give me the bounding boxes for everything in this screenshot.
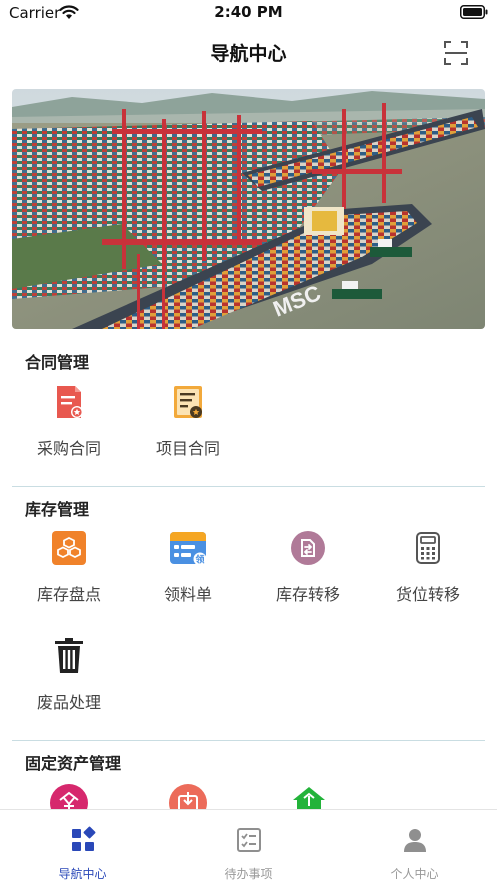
navigation-bar: 导航中心 xyxy=(0,26,497,78)
status-bar: Carrier 2:40 PM xyxy=(0,0,497,26)
banner-image[interactable]: MSC xyxy=(12,89,485,329)
asset-yen-icon[interactable] xyxy=(50,784,88,809)
requisition-icon: 领 xyxy=(170,532,207,566)
divider xyxy=(12,740,485,741)
tile-label: 库存盘点 xyxy=(36,585,101,604)
tab-bar: 导航中心 待办事项 个人中心 xyxy=(0,809,497,883)
asset-tiles-row xyxy=(0,778,497,809)
tile-label: 货位转移 xyxy=(395,585,460,604)
section-title-fixed-assets: 固定资产管理 xyxy=(25,754,122,773)
checklist-icon xyxy=(237,828,261,852)
tab-navigation-center[interactable]: 导航中心 xyxy=(0,810,165,883)
location-transfer-icon xyxy=(416,532,440,564)
tile-project-contract[interactable]: 项目合同 xyxy=(128,383,248,473)
tab-label: 待办事项 xyxy=(224,867,273,881)
tab-label: 个人中心 xyxy=(390,867,439,881)
project-contract-icon xyxy=(174,386,202,418)
tile-purchase-contract[interactable]: 采购合同 xyxy=(9,383,129,473)
status-time: 2:40 PM xyxy=(214,3,283,21)
tab-personal-center[interactable]: 个人中心 xyxy=(332,810,497,883)
tab-label: 导航中心 xyxy=(58,867,107,881)
svg-text:领: 领 xyxy=(195,553,204,565)
tile-waste-disposal[interactable]: 废品处理 xyxy=(9,637,129,727)
page-title: 导航中心 xyxy=(210,43,287,65)
grid-icon xyxy=(72,826,96,851)
tile-label: 废品处理 xyxy=(36,693,101,712)
inventory-check-icon xyxy=(52,531,86,565)
divider xyxy=(12,486,485,487)
section-title-contract: 合同管理 xyxy=(25,353,90,372)
asset-inbox-icon[interactable] xyxy=(169,784,207,809)
tile-requisition[interactable]: 领 领料单 xyxy=(128,529,248,619)
tile-inventory-transfer[interactable]: 库存转移 xyxy=(248,529,368,619)
tab-todo[interactable]: 待办事项 xyxy=(166,810,331,883)
person-icon xyxy=(404,829,426,852)
tile-label: 领料单 xyxy=(163,585,212,604)
battery-icon xyxy=(460,5,488,19)
section-title-inventory: 库存管理 xyxy=(25,500,90,519)
scan-icon[interactable] xyxy=(442,39,470,67)
trash-icon xyxy=(55,638,83,673)
tile-location-transfer[interactable]: 货位转移 xyxy=(368,529,488,619)
tile-label: 库存转移 xyxy=(275,585,340,604)
tile-label: 项目合同 xyxy=(155,439,220,458)
purchase-contract-icon xyxy=(57,386,83,418)
tile-label: 采购合同 xyxy=(36,439,101,458)
inventory-transfer-icon xyxy=(291,531,325,565)
asset-home-icon[interactable] xyxy=(290,784,328,809)
tile-inventory-check[interactable]: 库存盘点 xyxy=(9,529,129,619)
